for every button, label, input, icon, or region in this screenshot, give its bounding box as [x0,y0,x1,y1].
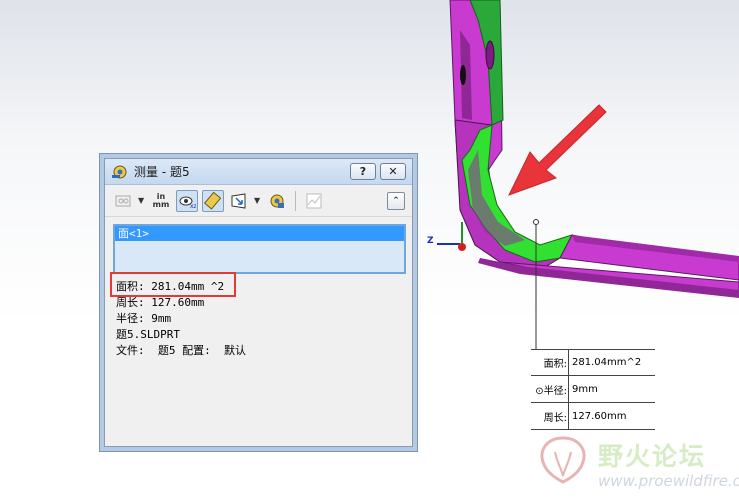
projection-dropdown-icon[interactable]: ▼ [254,196,262,205]
measure-tape-icon [112,165,127,178]
triad-z-label: Z [427,236,434,246]
measure-dialog: 测量 - 题5 ? ✕ ▼ in mm xz ▼ ⌃ 面<1> 面积: 281.… [104,158,413,447]
measure-history-icon[interactable] [266,190,288,212]
measure-toolbar: ▼ in mm xz ▼ ⌃ [105,185,412,217]
selection-list[interactable]: 面<1> [113,224,406,274]
help-button[interactable]: ? [350,163,376,180]
radius-result: 半径: 9mm [116,312,172,325]
measure-callout: 面积: 281.04mm^2 ⊙半径: 9mm 周长: 127.60mm [531,349,655,430]
area-highlight-box [110,272,236,297]
dialog-titlebar[interactable]: 测量 - 题5 ? ✕ [105,159,412,185]
selection-item[interactable]: 面<1> [115,226,404,241]
units-bottom-label: mm [152,199,170,209]
callout-value: 9mm [572,383,598,395]
toolbar-separator [295,190,296,211]
arc-options-dropdown-icon[interactable]: ▼ [138,196,146,205]
create-sensor-icon[interactable] [303,190,325,212]
callout-row: 面积: 281.04mm^2 [531,349,655,376]
arc-circle-measure-icon[interactable] [112,190,134,212]
point-to-point-icon[interactable] [202,189,224,212]
dialog-title: 测量 - 题5 [134,165,190,179]
graphics-viewport[interactable]: Z 测量 - 题5 ? ✕ ▼ in mm xz ▼ ⌃ 面<1> 面积: 28… [0,0,739,498]
callout-label: ⊙半径: [531,376,569,402]
watermark-url: www.proewildfire.cn [598,472,739,490]
units-precision-button[interactable]: in mm [150,190,172,212]
callout-value: 127.60mm [572,410,627,422]
close-button[interactable]: ✕ [380,163,406,180]
collapse-button[interactable]: ⌃ [387,191,405,210]
svg-text:xz: xz [190,203,196,210]
callout-label: 周长: [531,403,569,429]
callout-row: 周长: 127.60mm [531,403,655,430]
projection-icon[interactable] [228,190,250,212]
file-result: 题5.SLDPRT [116,328,180,341]
file-config-result: 文件: 题5 配置: 默认 [116,344,246,357]
watermark-logo [540,436,586,484]
callout-label: 面积: [531,350,569,375]
watermark-title: 野火论坛 [598,442,707,471]
show-xyz-icon[interactable]: xz [176,189,198,212]
callout-value: 281.04mm^2 [572,357,642,368]
perimeter-result: 周长: 127.60mm [116,296,205,309]
callout-row: ⊙半径: 9mm [531,376,655,403]
